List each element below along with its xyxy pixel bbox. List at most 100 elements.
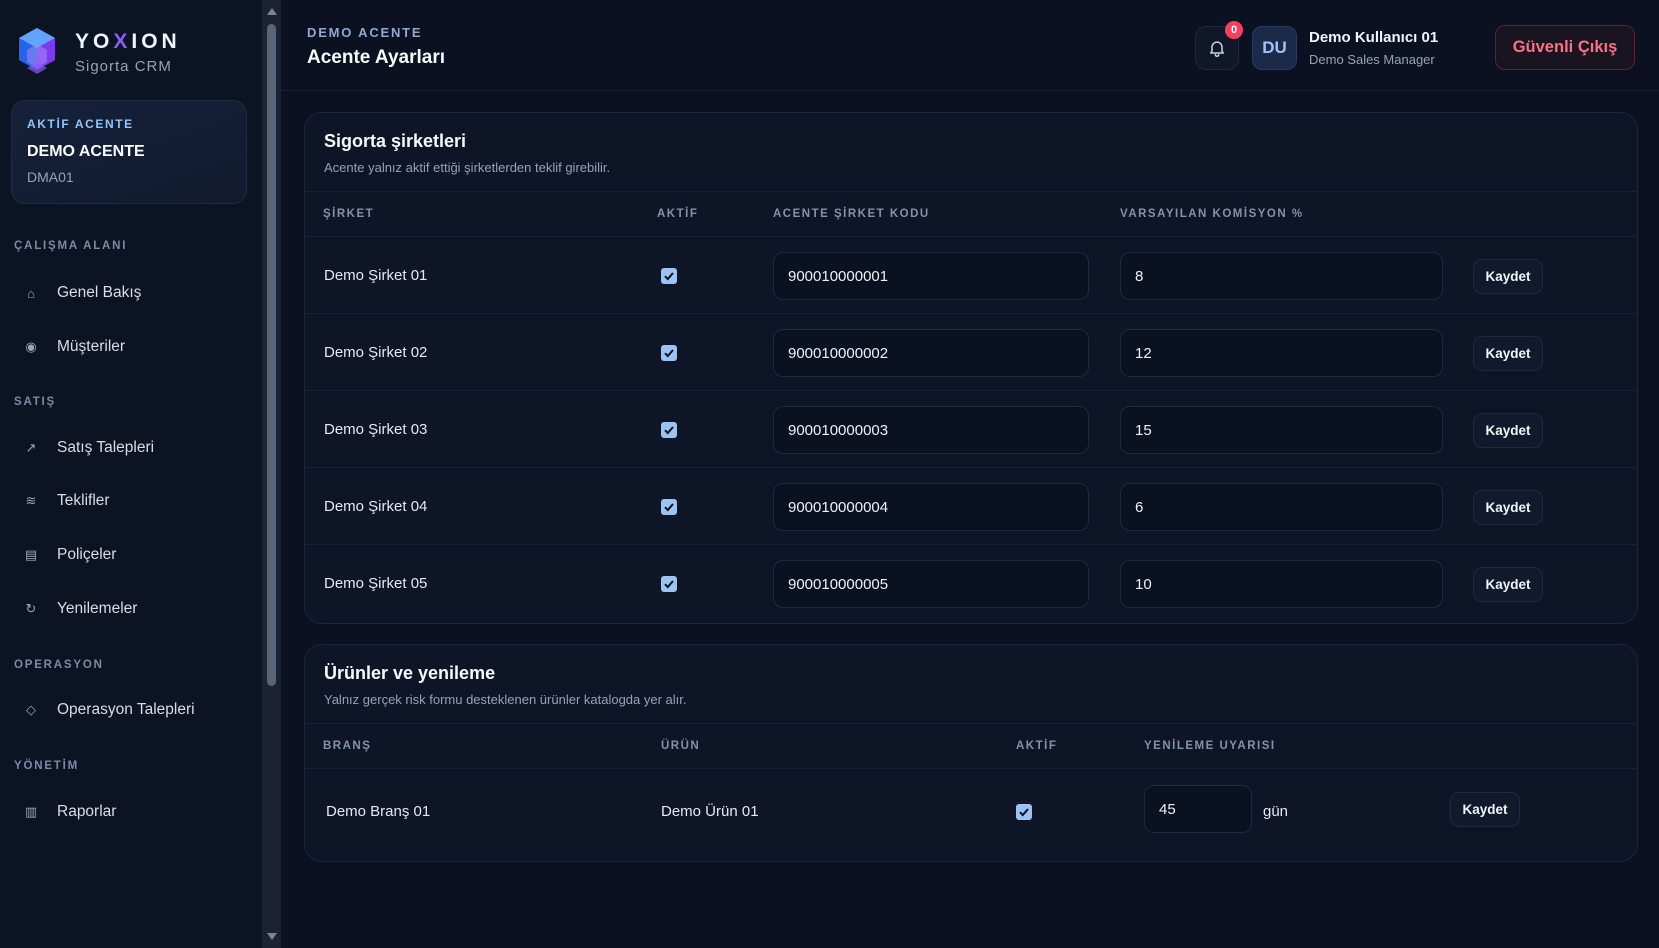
company-name: Demo Şirket 02 <box>324 344 428 361</box>
checkmark-icon <box>664 503 674 512</box>
active-checkbox[interactable] <box>661 422 677 438</box>
scroll-thumb[interactable] <box>267 24 276 686</box>
commission-input[interactable]: 10 <box>1120 560 1443 608</box>
active-checkbox[interactable] <box>661 268 677 284</box>
insurance-companies-card: Sigorta şirketleri Acente yalnız aktif e… <box>304 112 1638 624</box>
nav-item-policies[interactable]: ▤ Poliçeler <box>14 536 244 574</box>
user-role: Demo Sales Manager <box>1309 52 1435 67</box>
table-row: Demo Şirket 01 900010000001 8 Kaydet <box>305 237 1637 314</box>
active-checkbox[interactable] <box>1016 804 1032 820</box>
scroll-up-arrow-icon[interactable] <box>267 8 277 15</box>
topbar: DEMO ACENTE Acente Ayarları 0 DU Demo Ku… <box>281 0 1659 91</box>
nav-section-operations: OPERASYON <box>14 659 104 671</box>
save-button[interactable]: Kaydet <box>1473 259 1543 294</box>
nav-item-offers[interactable]: ≋ Teklifler <box>14 482 244 520</box>
table-row: Demo Branş 01 Demo Ürün 01 45 gün Kaydet <box>305 769 1637 859</box>
yoxion-logo-icon <box>19 28 55 74</box>
nav-item-customers[interactable]: ◉ Müşteriler <box>14 328 244 366</box>
policy-icon: ▤ <box>24 547 38 562</box>
column-header-active: AKTİF <box>657 208 699 220</box>
renewal-days-unit: gün <box>1263 803 1289 820</box>
nav-item-overview[interactable]: ⌂ Genel Bakış <box>14 274 244 312</box>
offers-icon: ≋ <box>25 493 37 508</box>
products-renewal-card: Ürünler ve yenileme Yalnız gerçek risk f… <box>304 644 1638 862</box>
table-header: ŞİRKET AKTİF ACENTE ŞİRKET KODU VARSAYIL… <box>305 192 1637 237</box>
checkmark-icon <box>664 349 674 358</box>
renewal-days-input[interactable]: 45 <box>1144 785 1252 833</box>
scroll-down-arrow-icon[interactable] <box>267 933 277 940</box>
checkmark-icon <box>664 580 674 589</box>
nav-item-label: Müşteriler <box>57 338 126 355</box>
column-header-renewal-warning: YENİLEME UYARISI <box>1144 740 1276 752</box>
save-button[interactable]: Kaydet <box>1473 413 1543 448</box>
nav-item-label: Teklifler <box>57 492 110 509</box>
commission-input[interactable]: 8 <box>1120 252 1443 300</box>
nav-item-sales-requests[interactable]: ↗ Satış Talepleri <box>14 429 244 467</box>
company-code-input[interactable]: 900010000004 <box>773 483 1089 531</box>
commission-input[interactable]: 12 <box>1120 329 1443 377</box>
company-code-input[interactable]: 900010000003 <box>773 406 1089 454</box>
save-button[interactable]: Kaydet <box>1473 567 1543 602</box>
nav-section-workspace: ÇALIŞMA ALANI <box>14 240 128 252</box>
diamond-icon: ◇ <box>26 702 36 717</box>
card-subtitle: Yalnız gerçek risk formu desteklenen ürü… <box>324 692 687 707</box>
brand-name: YOXION <box>75 29 181 53</box>
user-name: Demo Kullanıcı 01 <box>1309 29 1439 46</box>
active-checkbox[interactable] <box>661 345 677 361</box>
nav-item-label: Satış Talepleri <box>57 439 155 456</box>
nav-section-management: YÖNETİM <box>14 760 79 772</box>
product-name: Demo Ürün 01 <box>661 803 759 820</box>
sidebar-scrollbar[interactable] <box>262 0 281 948</box>
save-button[interactable]: Kaydet <box>1473 336 1543 371</box>
nav-item-label: Genel Bakış <box>57 284 142 301</box>
bell-icon <box>1210 41 1224 58</box>
company-name: Demo Şirket 01 <box>324 267 428 284</box>
table-row: Demo Şirket 04 900010000004 6 Kaydet <box>305 468 1637 545</box>
card-title: Ürünler ve yenileme <box>324 663 496 683</box>
app-window: YOXION Sigorta CRM AKTİF ACENTE DEMO ACE… <box>0 0 1659 948</box>
company-code-input[interactable]: 900010000002 <box>773 329 1089 377</box>
checkmark-icon <box>664 426 674 435</box>
table-row: Demo Şirket 05 900010000005 10 Kaydet <box>305 545 1637 622</box>
main-content: DEMO ACENTE Acente Ayarları 0 DU Demo Ku… <box>281 0 1659 948</box>
active-agency-code: DMA01 <box>27 169 74 185</box>
nav-item-reports[interactable]: ▥ Raporlar <box>14 793 244 831</box>
column-header-commission: VARSAYILAN KOMİSYON % <box>1120 208 1304 220</box>
active-checkbox[interactable] <box>661 576 677 592</box>
reports-icon: ▥ <box>24 804 38 819</box>
commission-input[interactable]: 6 <box>1120 483 1443 531</box>
commission-input[interactable]: 15 <box>1120 406 1443 454</box>
column-header-company-code: ACENTE ŞİRKET KODU <box>773 208 930 220</box>
sidebar: YOXION Sigorta CRM AKTİF ACENTE DEMO ACE… <box>0 0 262 948</box>
page-title: Acente Ayarları <box>307 47 445 68</box>
table-row: Demo Şirket 02 900010000002 12 Kaydet <box>305 314 1637 391</box>
trend-arrow-icon: ↗ <box>25 440 37 455</box>
home-icon: ⌂ <box>27 285 35 301</box>
active-checkbox[interactable] <box>661 499 677 515</box>
avatar[interactable]: DU <box>1252 26 1297 70</box>
breadcrumb: DEMO ACENTE <box>307 25 423 40</box>
brand[interactable]: YOXION Sigorta CRM <box>17 26 181 78</box>
active-agency-label: AKTİF ACENTE <box>27 117 134 131</box>
card-title: Sigorta şirketleri <box>324 131 467 151</box>
table-header: BRANŞ ÜRÜN AKTİF YENİLEME UYARISI <box>305 724 1637 769</box>
branch-name: Demo Branş 01 <box>326 803 431 820</box>
nav-section-sales: SATIŞ <box>14 396 57 408</box>
column-header-branch: BRANŞ <box>323 740 372 752</box>
checkmark-icon <box>664 272 674 281</box>
active-agency-card: AKTİF ACENTE DEMO ACENTE DMA01 <box>11 100 247 204</box>
checkmark-icon <box>1019 808 1029 817</box>
card-subtitle: Acente yalnız aktif ettiği şirketlerden … <box>324 160 611 175</box>
column-header-company: ŞİRKET <box>323 208 375 220</box>
logout-button[interactable]: Güvenli Çıkış <box>1495 25 1635 70</box>
company-code-input[interactable]: 900010000001 <box>773 252 1089 300</box>
nav-item-renewals[interactable]: ↻ Yenilemeler <box>14 590 244 628</box>
column-header-active: AKTİF <box>1016 740 1058 752</box>
save-button[interactable]: Kaydet <box>1473 490 1543 525</box>
nav-item-label: Operasyon Talepleri <box>57 701 195 718</box>
nav-item-operation-requests[interactable]: ◇ Operasyon Talepleri <box>14 691 244 729</box>
nav-item-label: Poliçeler <box>57 546 117 563</box>
company-code-input[interactable]: 900010000005 <box>773 560 1089 608</box>
save-button[interactable]: Kaydet <box>1450 792 1520 827</box>
nav-item-label: Yenilemeler <box>57 600 138 617</box>
